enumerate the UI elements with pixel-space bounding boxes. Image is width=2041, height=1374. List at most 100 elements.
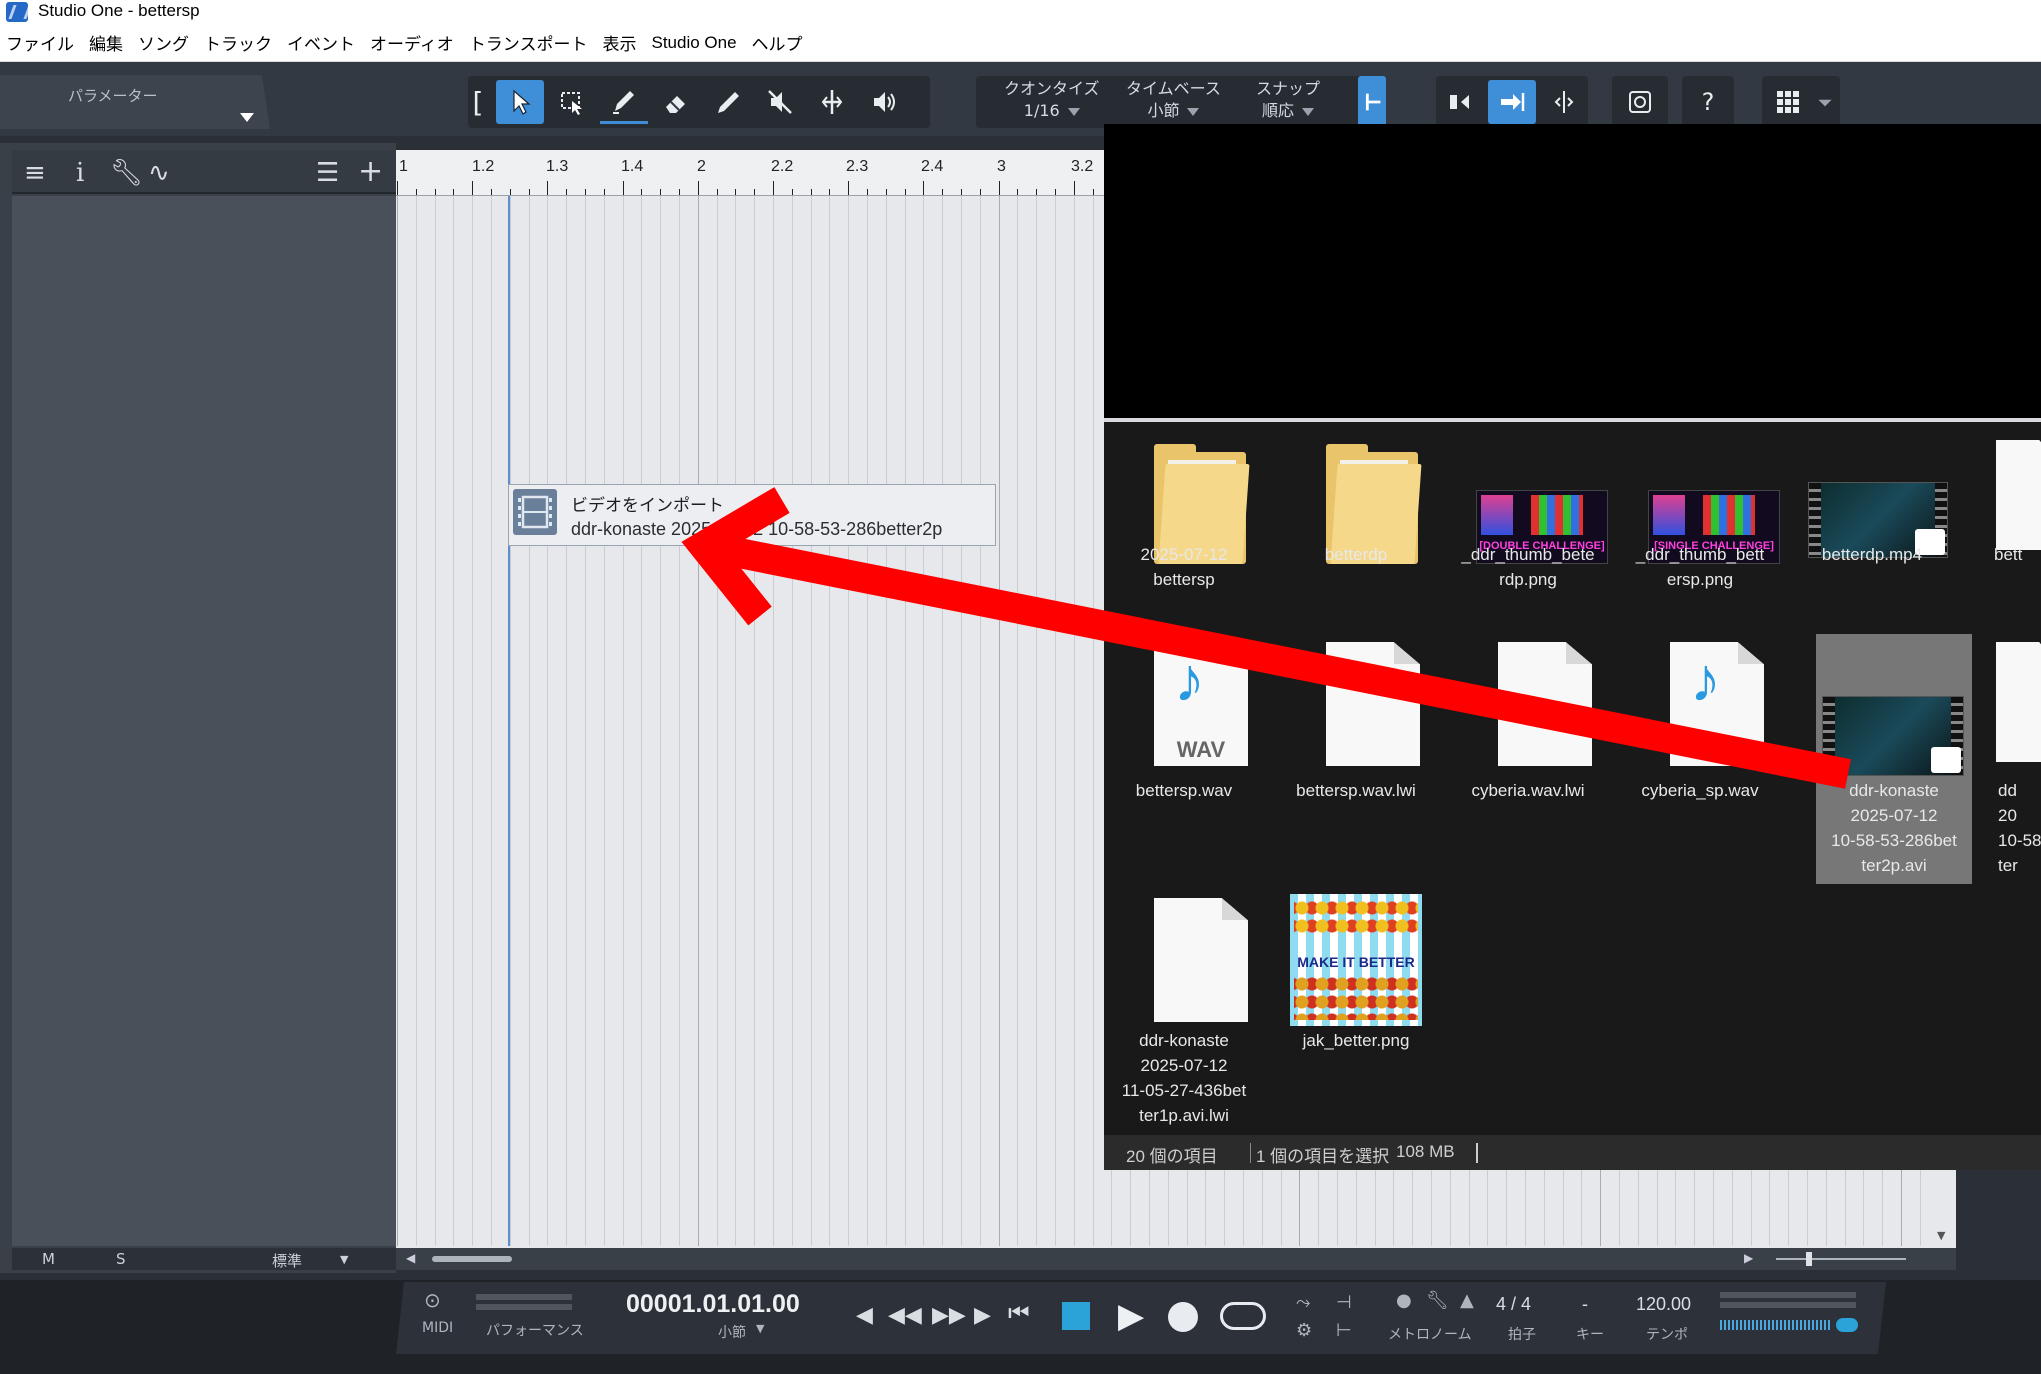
scroll-down-icon[interactable]: ▼ [1937,1229,1945,1242]
metronome-icon[interactable]: ▲ [1460,1290,1474,1311]
video-preview-pane [1104,124,2041,418]
wrench-icon[interactable]: 🔧︎ [110,158,143,188]
preroll-icon[interactable]: ⊣ [1336,1292,1352,1313]
autoscroll-icon[interactable] [1488,80,1536,124]
grid-line [791,196,793,1246]
key-value[interactable]: - [1582,1294,1588,1315]
eraser-tool-icon[interactable] [652,80,700,124]
quantize-dropdown-icon[interactable] [1067,107,1080,116]
grid-view-icon[interactable] [1764,80,1812,124]
inspector-icon[interactable]: i [76,158,84,188]
track-list[interactable] [12,196,396,1246]
file-item-folder[interactable]: 2025-07-12 bettersp [1104,438,1264,589]
view-dropdown-icon[interactable] [1814,80,1836,124]
file-icon [1996,440,2041,550]
menu-edit[interactable]: 編集 [89,30,123,55]
track-height-mode[interactable]: 標準 [272,1250,302,1271]
zoom-slider-handle[interactable] [1806,1252,1812,1266]
split-tool-icon[interactable] [600,80,648,124]
menu-audio[interactable]: オーディオ [370,30,454,55]
record-button[interactable] [1168,1302,1198,1332]
grid-line [979,196,981,1246]
play-button[interactable]: ▶ [1118,1296,1144,1336]
menu-help[interactable]: ヘルプ [752,30,803,55]
track-mode-dropdown-icon[interactable]: ▼ [340,1253,348,1266]
zoom-fit-icon[interactable] [1616,80,1664,124]
main-volume-slider[interactable] [1720,1320,1830,1330]
scroll-thumb[interactable] [432,1256,512,1262]
file-item-video[interactable]: betterdp.mp4 [1792,438,1952,588]
horizontal-scrollbar[interactable]: ◀ ▶ [396,1248,1956,1270]
file-item-audio[interactable]: ♪ WAV bettersp.wav [1104,638,1264,800]
position-display[interactable]: 00001.01.01.00 [626,1290,800,1319]
file-item-image[interactable]: [SINGLE CHALLENGE] _ddr_thumb_bett ersp.… [1620,438,1780,589]
file-item-file[interactable]: cyberia.wav.lwi [1448,638,1608,800]
metronome-wrench-icon[interactable]: 🔧︎ [1426,1290,1449,1311]
file-item-partial[interactable]: dd 20 10-58 ter [1984,638,2041,888]
snap-control[interactable]: スナップ 順応 [1256,78,1320,122]
stop-button[interactable] [1062,1302,1090,1330]
click-toggle-icon[interactable]: ● [1396,1290,1412,1311]
arrow-tool-icon[interactable] [496,80,544,124]
zoom-slider[interactable] [1776,1258,1906,1260]
follow-edit-cursor-icon[interactable] [1540,80,1588,124]
track-options-icon[interactable]: ☰ [316,158,339,188]
file-icon [1498,642,1592,766]
position-unit-label[interactable]: 小節 [718,1322,746,1342]
parameters-panel[interactable]: パラメーター [0,75,270,129]
track-list-icon[interactable]: ≡ [24,158,46,188]
performance-label: パフォーマンス [486,1323,584,1339]
menu-transport[interactable]: トランスポート [469,30,588,55]
mute-all-button[interactable]: M [42,1250,55,1268]
previous-marker-icon[interactable]: ◀ [856,1302,873,1328]
snap-toggle-icon[interactable] [1358,76,1386,128]
fast-forward-icon[interactable]: ▶▶ [932,1302,966,1328]
nudge-left-icon[interactable] [1436,80,1484,124]
time-signature-value[interactable]: 4 / 4 [1496,1294,1531,1315]
scroll-right-icon[interactable]: ▶ [1744,1251,1753,1265]
return-to-zero-icon[interactable]: ⏮ [1008,1300,1030,1328]
menu-event[interactable]: イベント [287,30,355,55]
range-tool-icon[interactable] [548,80,596,124]
precount-icon[interactable]: ⤳ [1296,1292,1310,1313]
file-item-folder[interactable]: betterdp [1276,438,1436,588]
file-item-video-selected[interactable]: ddr-konaste 2025-07-12 10-58-53-286bet t… [1816,634,1972,884]
timebase-dropdown-icon[interactable] [1187,107,1200,116]
loop-button[interactable] [1220,1302,1266,1330]
tempo-value[interactable]: 120.00 [1636,1294,1691,1315]
automation-icon[interactable]: ∿ [148,158,170,188]
grid-line [735,196,737,1246]
paint-tool-icon[interactable] [704,80,752,124]
file-item-file[interactable]: bettersp.wav.lwi [1276,638,1436,800]
autopunch-icon[interactable]: ⊢ [1336,1320,1352,1341]
playhead-cursor[interactable] [508,196,510,1246]
solo-all-button[interactable]: S [116,1250,126,1268]
bend-tool-icon[interactable] [808,80,856,124]
menu-studio-one[interactable]: Studio One [651,33,736,53]
scroll-left-icon[interactable]: ◀ [406,1251,415,1265]
next-marker-icon[interactable]: ▶ [974,1302,991,1328]
file-item-image[interactable]: [DOUBLE CHALLENGE] _ddr_thumb_bete rdp.p… [1448,438,1608,589]
mute-tool-icon[interactable] [756,80,804,124]
position-unit-dropdown-icon[interactable]: ▼ [756,1322,764,1335]
menu-file[interactable]: ファイル [6,30,74,55]
menu-song[interactable]: ソング [138,30,189,55]
output-toggle-icon[interactable] [1836,1318,1858,1332]
file-item-image[interactable]: MAKE IT BETTER jak_better.png [1276,894,1436,1098]
file-item-audio[interactable]: ♪ cyberia_sp.wav [1620,638,1780,800]
snap-dropdown-icon[interactable] [1302,107,1315,116]
timeline-ruler[interactable]: 1 1.2 1.3 1.4 2 2.2 2.3 2.4 3 3.2 [396,150,1106,196]
ruler-tick [1073,181,1075,195]
listen-tool-icon[interactable] [860,80,908,124]
rewind-icon[interactable]: ◀◀ [888,1302,922,1328]
metronome-settings-icon[interactable]: ⚙ [1296,1320,1312,1341]
add-track-icon[interactable]: + [358,154,383,189]
menu-view[interactable]: 表示 [602,30,636,55]
timebase-control[interactable]: タイムベース 小節 [1126,78,1221,122]
help-button[interactable]: ? [1684,80,1732,124]
file-item-file[interactable]: ddr-konaste 2025-07-12 11-05-27-436bet t… [1104,898,1264,1125]
parameters-dropdown-icon[interactable] [240,113,254,122]
menu-track[interactable]: トラック [204,30,272,55]
quantize-control[interactable]: クオンタイズ 1/16 [1004,78,1100,122]
file-item-partial[interactable]: bett [1984,438,2041,588]
